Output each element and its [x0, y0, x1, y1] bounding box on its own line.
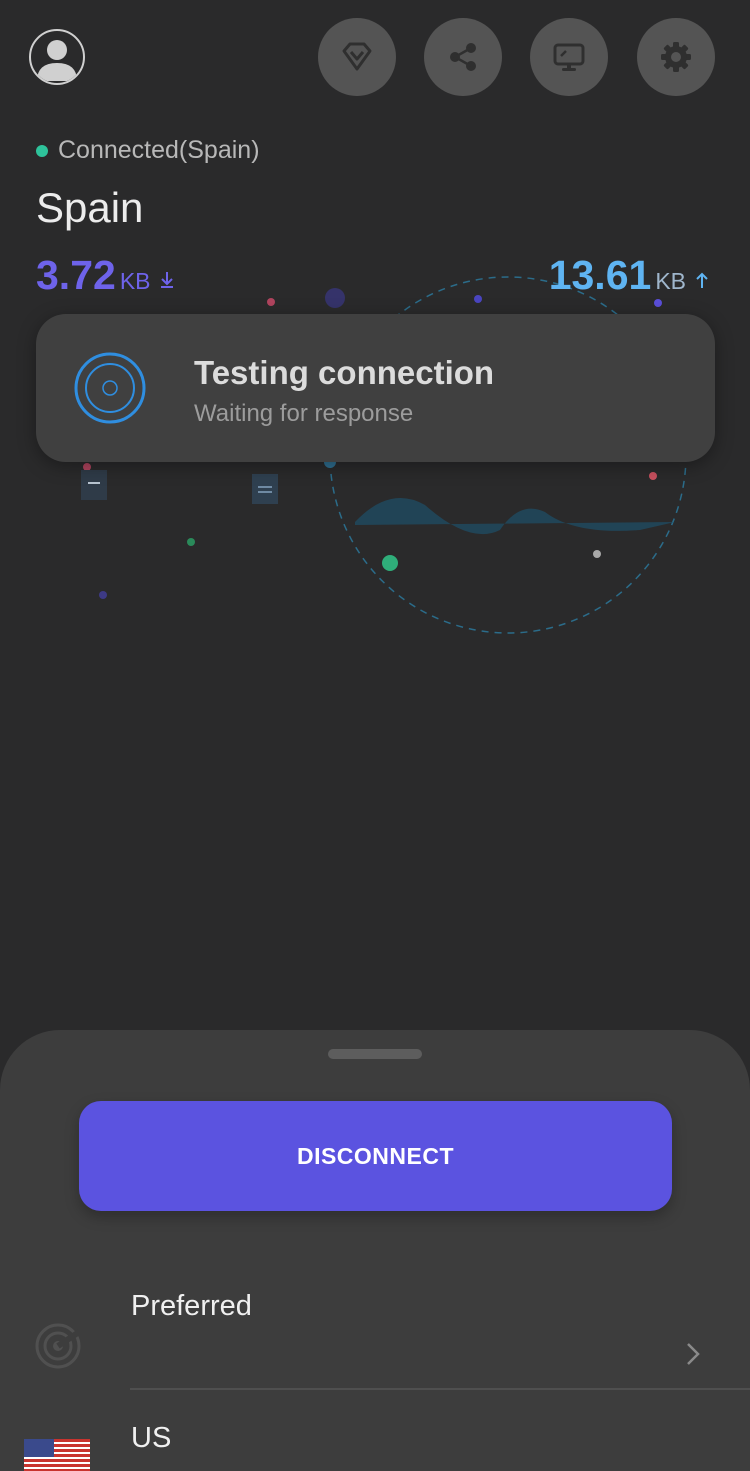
settings-button[interactable]	[637, 18, 715, 96]
upload-arrow-icon	[696, 272, 708, 288]
upload-value: 13.61	[548, 252, 652, 298]
current-country: Spain	[36, 184, 144, 231]
us-flag-icon	[24, 1439, 90, 1471]
radar-icon	[35, 1323, 81, 1369]
vpn-home-screen: Connected(Spain) Spain 3.72 KB 13.61 KB	[0, 0, 750, 1471]
diamond-icon	[342, 42, 372, 71]
download-arrow-icon	[160, 272, 173, 288]
bottom-sheet: DISCONNECT Preferred US	[0, 1030, 750, 1471]
status-dot	[36, 144, 48, 157]
upload-unit: KB	[655, 268, 686, 294]
user-avatar-icon	[37, 40, 77, 81]
connection-status: Connected(Spain)	[36, 136, 260, 165]
server-row-us[interactable]: US	[0, 1392, 750, 1471]
row-divider	[130, 1388, 750, 1390]
server-row-preferred[interactable]: Preferred	[0, 1260, 750, 1390]
gear-icon	[661, 42, 691, 72]
download-value: 3.72	[36, 252, 116, 298]
toast-subtitle: Waiting for response	[194, 400, 414, 427]
devices-button[interactable]	[530, 18, 608, 96]
premium-button[interactable]	[318, 18, 396, 96]
monitor-icon	[553, 43, 585, 71]
toast-title: Testing connection	[194, 354, 495, 391]
disconnect-button[interactable]: DISCONNECT	[79, 1101, 672, 1211]
share-icon	[450, 43, 476, 71]
testing-connection-toast: Testing connection Waiting for response	[36, 314, 715, 462]
target-rings-icon	[74, 352, 146, 424]
download-unit: KB	[119, 268, 151, 294]
download-traffic: 3.72 KB	[36, 252, 175, 299]
server-row-label: Preferred	[131, 1290, 252, 1322]
sheet-drag-handle[interactable]	[328, 1049, 422, 1059]
chevron-right-icon	[687, 1343, 700, 1365]
profile-avatar-button[interactable]	[29, 29, 85, 85]
share-button[interactable]	[424, 18, 502, 96]
status-text: Connected(Spain)	[58, 136, 260, 164]
upload-traffic: 13.61 KB	[549, 252, 710, 299]
server-row-label: US	[131, 1422, 172, 1454]
